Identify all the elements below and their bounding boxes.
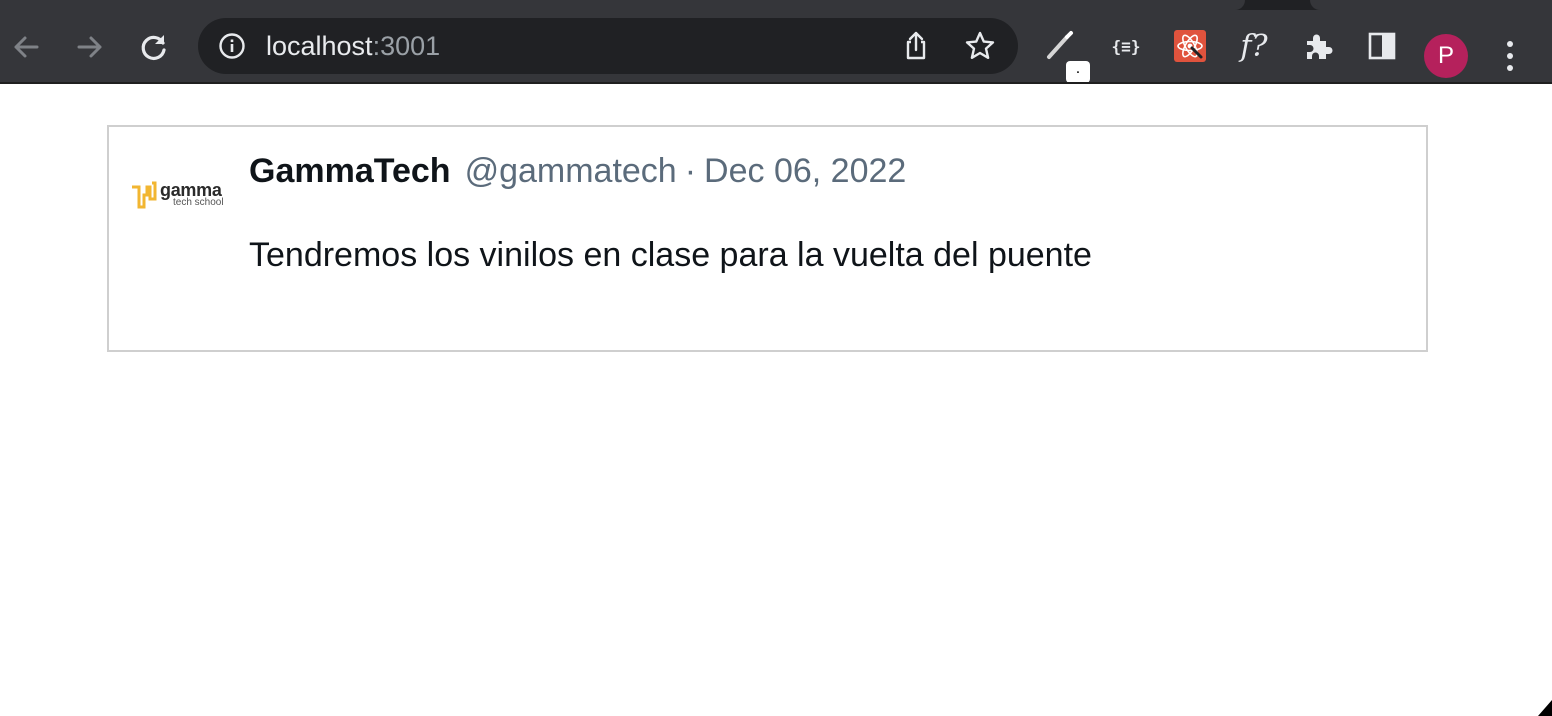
formula-icon[interactable]: f?	[1234, 28, 1274, 64]
tweet-header: GammaTech @gammatech · Dec 06, 2022	[249, 151, 906, 191]
author-handle: @gammatech	[464, 152, 677, 190]
react-devtools-extension[interactable]	[1174, 30, 1206, 62]
toolbar-divider	[0, 82, 1552, 84]
star-icon[interactable]	[964, 30, 996, 62]
tweet-date: Dec 06, 2022	[704, 152, 907, 190]
tab-strip-left	[0, 0, 1245, 10]
eyedropper-icon	[1047, 31, 1073, 59]
url-text[interactable]: localhost:3001	[266, 32, 440, 60]
tab-strip	[0, 0, 1552, 10]
side-panel-icon	[1368, 32, 1396, 60]
reload-icon	[141, 35, 166, 60]
more-vert-icon[interactable]	[1496, 38, 1524, 74]
extension-badge: .	[1066, 61, 1090, 83]
logo-subtitle: tech school	[173, 197, 224, 208]
reload-button[interactable]	[134, 27, 174, 67]
side-panel-button[interactable]	[1364, 28, 1400, 64]
share-icon[interactable]	[900, 30, 932, 62]
json-viewer-icon[interactable]: {≡}	[1108, 28, 1144, 64]
back-arrow-icon	[14, 36, 39, 58]
forward-arrow-icon	[77, 36, 102, 58]
address-bar[interactable]: localhost:3001	[198, 18, 1018, 74]
author-name: GammaTech	[249, 152, 451, 190]
url-host: localhost	[266, 31, 373, 61]
profile-avatar[interactable]: P	[1424, 34, 1468, 78]
eyedropper-extension[interactable]	[1042, 28, 1078, 64]
browser-toolbar: localhost:3001 . {≡} f? P	[0, 10, 1552, 83]
window-corner	[1538, 700, 1552, 716]
info-icon[interactable]	[218, 32, 246, 60]
url-port: :3001	[372, 31, 441, 61]
react-devtools-icon	[1177, 34, 1203, 59]
tab-strip-right	[1310, 0, 1552, 10]
puzzle-icon	[1307, 34, 1333, 59]
gamma-logo-mark-icon	[132, 181, 157, 209]
back-button[interactable]	[6, 27, 46, 67]
tweet-card: gamma tech school GammaTech @gammatech · De…	[107, 125, 1428, 352]
forward-button[interactable]	[70, 27, 110, 67]
extensions-button[interactable]	[1300, 28, 1336, 64]
header-separator: ·	[684, 152, 697, 190]
gammatech-logo: gamma tech school	[131, 181, 231, 211]
tweet-text: Tendremos los vinilos en clase para la v…	[249, 236, 1092, 274]
